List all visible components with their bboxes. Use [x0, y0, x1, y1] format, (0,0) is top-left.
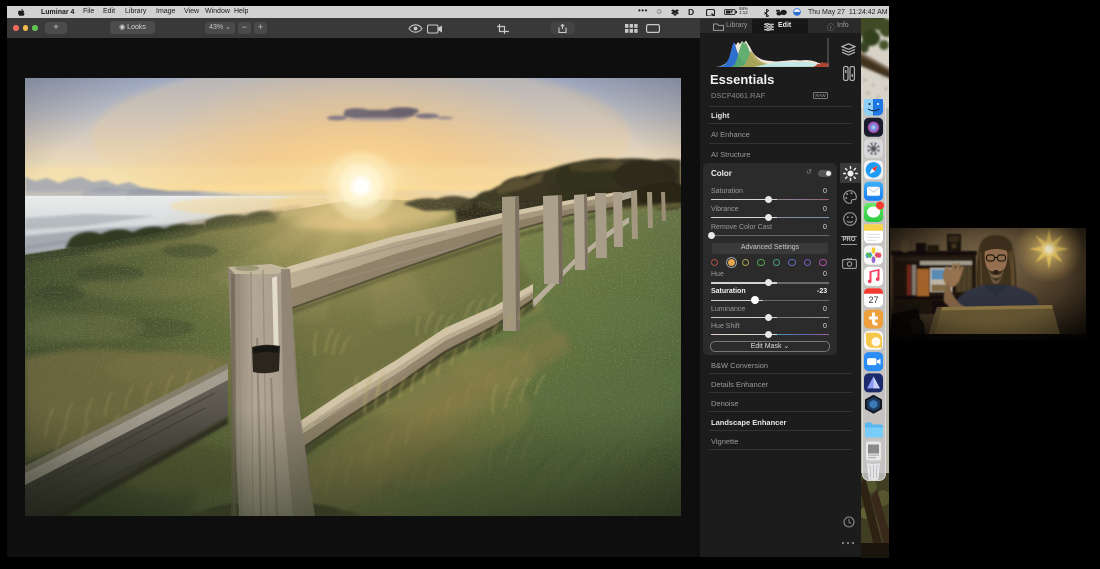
svg-text:27: 27: [868, 295, 878, 305]
